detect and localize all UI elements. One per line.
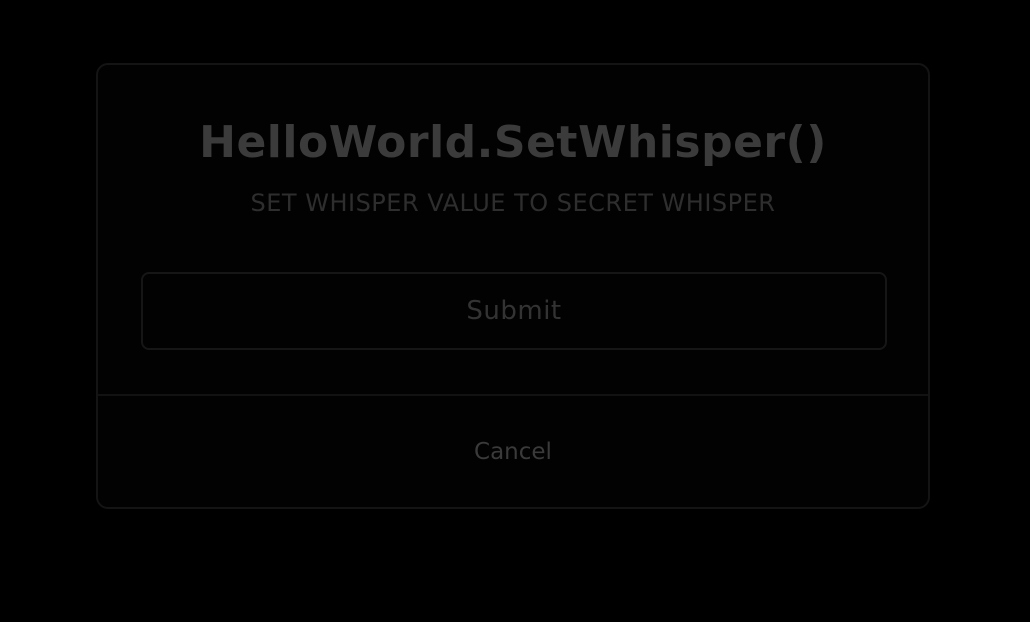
dialog-subtitle: SET WHISPER VALUE TO SECRET WHISPER [250,189,776,217]
cancel-button[interactable]: Cancel [98,396,928,507]
whisper-dialog: HelloWorld.SetWhisper() SET WHISPER VALU… [96,63,930,509]
dialog-title: HelloWorld.SetWhisper() [199,117,827,168]
submit-button[interactable]: Submit [141,272,887,350]
